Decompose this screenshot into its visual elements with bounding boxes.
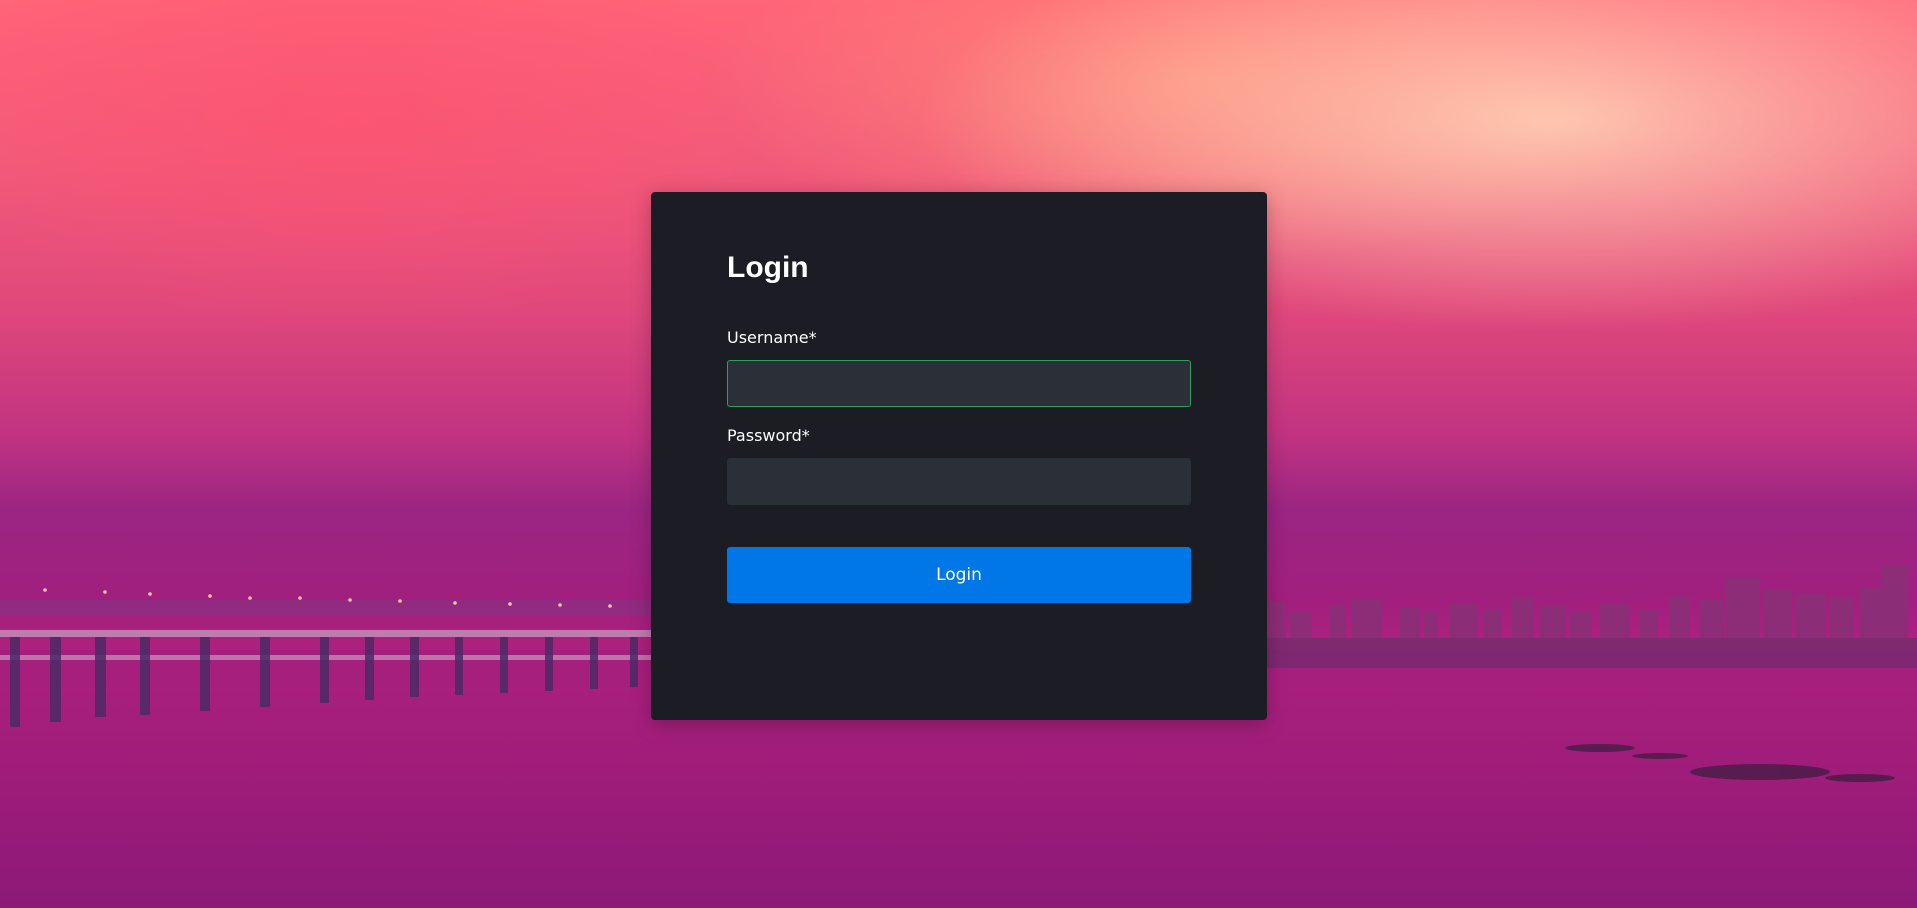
password-input[interactable] — [727, 458, 1191, 505]
login-title: Login — [727, 251, 809, 284]
login-card: Login Username* Password* Login — [651, 192, 1267, 720]
login-button[interactable]: Login — [727, 547, 1191, 603]
username-label: Username* — [727, 328, 817, 347]
password-label: Password* — [727, 426, 810, 445]
username-input[interactable] — [727, 360, 1191, 407]
